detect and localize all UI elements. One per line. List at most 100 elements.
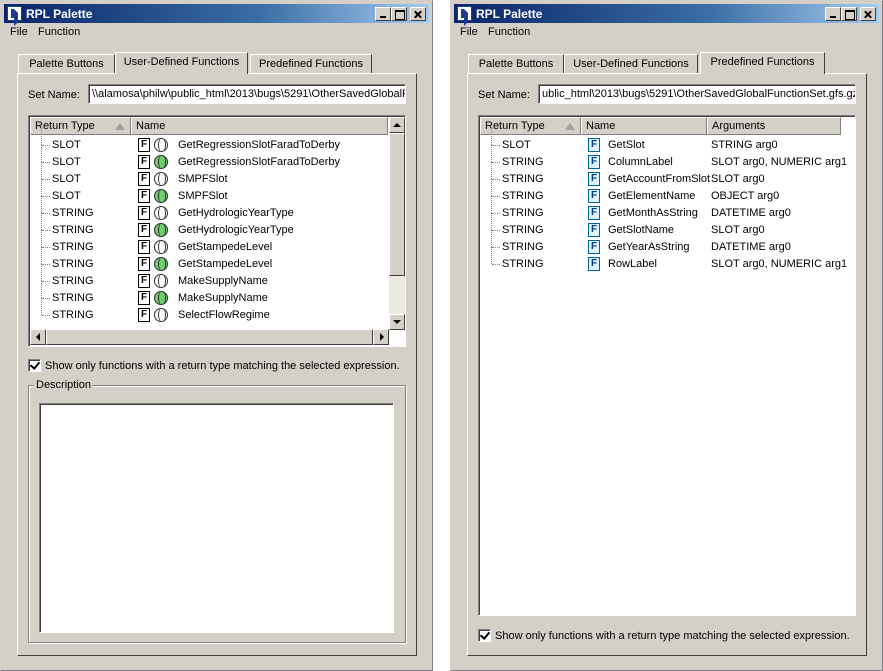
column-header-arguments[interactable]: Arguments xyxy=(707,117,841,135)
tree-connector xyxy=(42,179,50,180)
title-bar[interactable]: RPL Palette xyxy=(454,4,879,26)
table-row[interactable]: STRING F GetAccountFromSlot SLOT arg0 xyxy=(480,162,840,188)
globe-icon xyxy=(154,155,168,169)
tree-connector xyxy=(41,281,42,298)
return-type-cell: SLOT xyxy=(52,139,81,151)
table-row[interactable]: STRING F RowLabel SLOT arg0, NUMERIC arg1 xyxy=(480,247,847,273)
arguments-cell: DATETIME arg0 xyxy=(711,241,791,253)
tab-predefined-functions[interactable]: Predefined Functions xyxy=(250,54,372,73)
scroll-right-button[interactable] xyxy=(373,329,389,345)
function-name-cell: GetStampedeLevel xyxy=(178,241,273,253)
tree-connector xyxy=(41,247,42,264)
globe-icon xyxy=(154,257,168,271)
vertical-scrollbar[interactable] xyxy=(389,117,405,330)
globe-icon xyxy=(154,206,168,220)
function-name-cell: GetAccountFromSlot xyxy=(608,173,711,185)
table-row[interactable]: SLOT F SMPFSlot xyxy=(30,162,390,188)
tree-connector xyxy=(41,298,42,315)
table-row[interactable]: STRING F GetSlotName SLOT arg0 xyxy=(480,213,840,239)
function-icon: F xyxy=(138,189,150,203)
column-header-return-type[interactable]: Return Type xyxy=(30,117,131,135)
return-type-cell: STRING xyxy=(502,207,544,219)
menu-file[interactable]: File xyxy=(460,26,478,38)
table-row[interactable]: STRING F GetStampedeLevel xyxy=(30,230,390,256)
tab-palette-buttons[interactable]: Palette Buttons xyxy=(18,54,115,73)
scroll-up-button[interactable] xyxy=(389,117,405,133)
title-bar[interactable]: RPL Palette xyxy=(4,4,429,26)
tree-connector xyxy=(492,213,500,214)
function-list[interactable]: Return Type Name SLOT F GetRegressionSlotF… xyxy=(28,115,406,347)
tree-connector xyxy=(492,179,500,180)
tree-connector xyxy=(492,264,500,265)
tab-user-defined-functions[interactable]: User-Defined Functions xyxy=(564,54,698,73)
function-list[interactable]: Return Type Name Arguments SLOT F GetSlot S… xyxy=(478,115,856,616)
globe-icon xyxy=(154,291,168,305)
table-row[interactable]: STRING F ColumnLabel SLOT arg0, NUMERIC arg… xyxy=(480,145,847,171)
function-icon: F xyxy=(588,206,600,220)
horizontal-scroll-thumb[interactable] xyxy=(46,329,373,345)
column-header-name[interactable]: Name xyxy=(131,117,388,135)
function-name-cell: GetMonthAsString xyxy=(608,207,698,219)
tree-connector xyxy=(41,145,42,162)
function-name-cell: SMPFSlot xyxy=(178,173,228,185)
scroll-down-button[interactable] xyxy=(389,314,405,330)
function-name-cell: GetElementName xyxy=(608,190,696,202)
tree-connector xyxy=(41,196,42,213)
menu-function[interactable]: Function xyxy=(488,26,530,38)
function-icon: F xyxy=(138,308,150,322)
function-icon: F xyxy=(138,172,150,186)
table-row[interactable]: STRING F GetHydrologicYearType xyxy=(30,196,390,222)
rpl-palette-window-right: RPL Palette File Function Palette Button… xyxy=(450,0,883,671)
close-button[interactable] xyxy=(860,7,876,21)
return-type-cell: STRING xyxy=(502,258,544,270)
table-row[interactable]: SLOT F SMPFSlot xyxy=(30,179,390,205)
set-name-label: Set Name: xyxy=(28,89,80,101)
globe-icon xyxy=(154,240,168,254)
vertical-scroll-thumb[interactable] xyxy=(389,133,405,276)
menu-file[interactable]: File xyxy=(10,26,28,38)
set-name-field[interactable]: ublic_html\2013\bugs\5291\OtherSavedGlob… xyxy=(538,84,856,104)
scroll-left-button[interactable] xyxy=(30,329,46,345)
horizontal-scrollbar[interactable] xyxy=(30,329,389,345)
table-row[interactable]: SLOT F GetRegressionSlotFaradToDerby xyxy=(30,145,390,171)
set-name-field[interactable]: \\alamosa\philw\public_html\2013\bugs\52… xyxy=(88,84,406,104)
minimize-button[interactable] xyxy=(825,7,841,21)
tab-predefined-functions[interactable]: Predefined Functions xyxy=(700,52,825,74)
table-row[interactable]: STRING F GetStampedeLevel xyxy=(30,247,390,273)
tree-connector xyxy=(41,179,42,196)
tab-palette-buttons[interactable]: Palette Buttons xyxy=(468,54,564,73)
description-text-area[interactable] xyxy=(39,403,394,633)
menu-function[interactable]: Function xyxy=(38,26,80,38)
table-row[interactable]: STRING F MakeSupplyName xyxy=(30,264,390,290)
show-matching-only-checkbox[interactable] xyxy=(28,359,41,372)
column-header-return-type[interactable]: Return Type xyxy=(480,117,581,135)
function-icon: F xyxy=(138,240,150,254)
arguments-cell: SLOT arg0, NUMERIC arg1 xyxy=(711,258,848,270)
table-row[interactable]: SLOT F GetRegressionSlotFaradToDerby xyxy=(30,128,390,154)
rpl-app-icon xyxy=(457,6,472,26)
table-row[interactable]: STRING F MakeSupplyName xyxy=(30,281,390,307)
tree-connector xyxy=(42,213,50,214)
table-row[interactable]: STRING F SelectFlowRegime xyxy=(30,298,390,324)
table-row[interactable]: SLOT F GetSlot STRING arg0 xyxy=(480,128,840,154)
tab-user-defined-functions[interactable]: User-Defined Functions xyxy=(115,52,248,74)
show-matching-only-label: Show only functions with a return type m… xyxy=(495,630,850,642)
table-row[interactable]: STRING F GetYearAsString DATETIME arg0 xyxy=(480,230,840,256)
show-matching-only-checkbox[interactable] xyxy=(478,629,491,642)
function-icon: F xyxy=(138,138,150,152)
column-header-name[interactable]: Name xyxy=(581,117,707,135)
function-name-cell: RowLabel xyxy=(608,258,657,270)
function-name-cell: ColumnLabel xyxy=(608,156,673,168)
table-row[interactable]: STRING F GetHydrologicYearType xyxy=(30,213,390,239)
close-button[interactable] xyxy=(410,7,426,21)
table-row[interactable]: STRING F GetElementName OBJECT arg0 xyxy=(480,179,840,205)
return-type-cell: STRING xyxy=(502,156,544,168)
maximize-button[interactable] xyxy=(391,7,407,21)
table-row[interactable]: STRING F GetMonthAsString DATETIME arg0 xyxy=(480,196,840,222)
maximize-button[interactable] xyxy=(841,7,857,21)
minimize-button[interactable] xyxy=(375,7,391,21)
tree-connector xyxy=(41,264,42,281)
globe-icon xyxy=(154,172,168,186)
return-type-cell: STRING xyxy=(52,258,94,270)
return-type-cell: SLOT xyxy=(52,190,81,202)
